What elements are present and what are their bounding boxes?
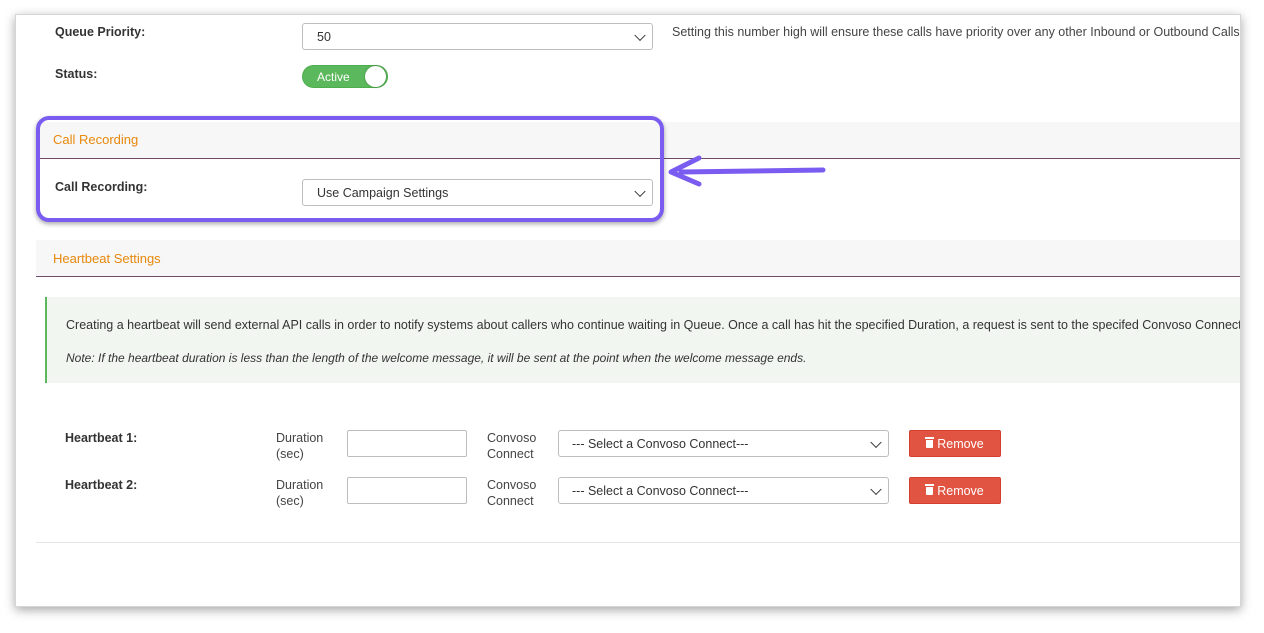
remove-button[interactable]: Remove (909, 477, 1001, 504)
convoso-connect-select[interactable]: --- Select a Convoso Connect--- (558, 430, 889, 457)
duration-label-line-2: (sec) (276, 447, 304, 461)
queue-priority-help: Setting this number high will ensure the… (672, 25, 1240, 39)
remove-button-label: Remove (937, 483, 984, 498)
heartbeat-section-header (36, 240, 1240, 277)
duration-input[interactable] (347, 430, 467, 457)
status-label: Status: (55, 67, 98, 81)
toggle-knob (365, 66, 386, 87)
connect-label: Convoso Connect (487, 430, 536, 462)
connect-label-line-2: Connect (487, 494, 534, 508)
convoso-connect-select[interactable]: --- Select a Convoso Connect--- (558, 477, 889, 504)
heartbeat-label: Heartbeat 1: (65, 431, 138, 445)
status-toggle-text: Active (317, 70, 350, 84)
convoso-connect-value: --- Select a Convoso Connect--- (572, 483, 749, 498)
chevron-down-icon (870, 483, 882, 495)
heartbeat-section-title: Heartbeat Settings (53, 251, 161, 266)
chevron-down-icon (634, 29, 646, 41)
queue-priority-select[interactable]: 50 (302, 23, 653, 50)
trash-icon (925, 483, 935, 495)
heartbeat-info-text: Creating a heartbeat will send external … (66, 318, 1241, 332)
heartbeat-row: Heartbeat 2: Duration (sec) Convoso Conn… (16, 475, 1240, 515)
status-toggle[interactable]: Active (302, 65, 388, 88)
arrow-left-icon (668, 155, 826, 187)
duration-label: Duration (sec) (276, 430, 323, 462)
duration-label-line-2: (sec) (276, 494, 304, 508)
duration-label-line-1: Duration (276, 478, 324, 492)
heartbeat-note-text: Note: If the heartbeat duration is less … (66, 351, 807, 365)
divider (36, 542, 1240, 543)
heartbeat-row: Heartbeat 1: Duration (sec) Convoso Conn… (16, 428, 1240, 468)
duration-label: Duration (sec) (276, 477, 323, 509)
settings-panel: Queue Priority: 50 Setting this number h… (15, 14, 1241, 607)
queue-priority-value: 50 (317, 29, 331, 44)
connect-label-line-2: Connect (487, 447, 534, 461)
remove-button[interactable]: Remove (909, 430, 1001, 457)
heartbeat-info-box: Creating a heartbeat will send external … (45, 297, 1241, 383)
duration-input[interactable] (347, 477, 467, 504)
highlight-box (36, 116, 664, 222)
connect-label: Convoso Connect (487, 477, 536, 509)
remove-button-label: Remove (937, 436, 984, 451)
convoso-connect-value: --- Select a Convoso Connect--- (572, 436, 749, 451)
connect-label-line-1: Convoso (487, 478, 537, 492)
trash-icon (925, 436, 935, 448)
chevron-down-icon (870, 436, 882, 448)
heartbeat-label: Heartbeat 2: (65, 478, 138, 492)
connect-label-line-1: Convoso (487, 431, 537, 445)
duration-label-line-1: Duration (276, 431, 324, 445)
queue-priority-label: Queue Priority: (55, 25, 146, 39)
